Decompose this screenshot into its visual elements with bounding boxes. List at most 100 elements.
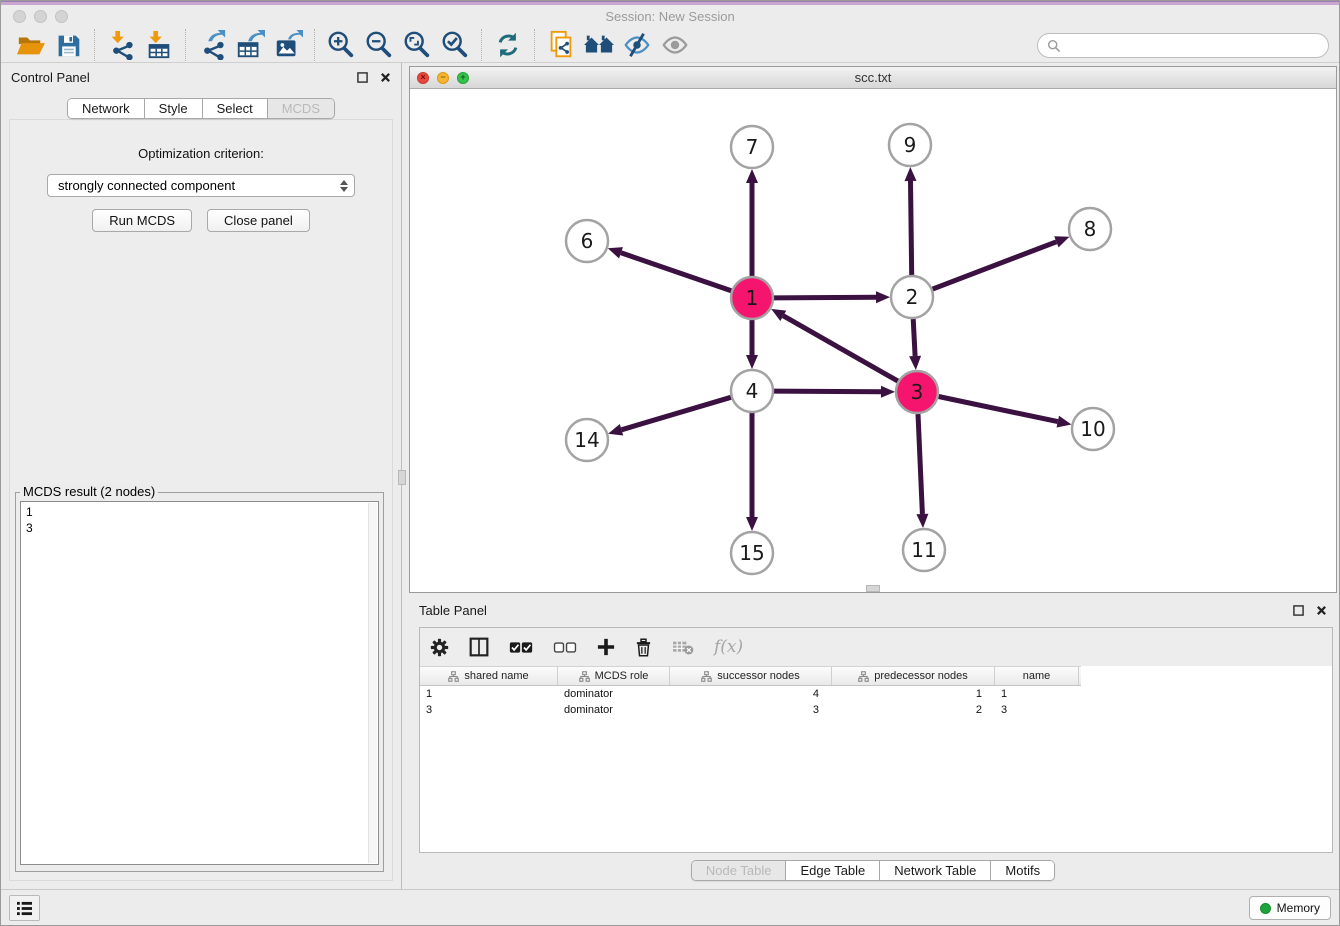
network-view-window: scc.txt × − + 7968124314101511 [409,66,1337,593]
column-header-successor-nodes[interactable]: successor nodes [670,667,832,685]
graph-node-11[interactable]: 11 [903,529,945,571]
network-maximize-icon[interactable]: + [457,72,469,84]
graph-node-10[interactable]: 10 [1072,408,1114,450]
graph-node-4[interactable]: 4 [731,370,773,412]
table-tab-node-table[interactable]: Node Table [692,861,787,880]
graph-node-9[interactable]: 9 [889,124,931,166]
clone-network-icon[interactable] [542,29,580,61]
export-network-icon[interactable] [193,29,231,61]
table-cell[interactable]: 3 [420,702,558,718]
zoom-out-icon[interactable] [360,29,398,61]
table-cell[interactable]: 3 [995,702,1079,718]
tab-style[interactable]: Style [145,99,203,118]
graph-node-15[interactable]: 15 [731,532,773,574]
open-folder-icon[interactable] [11,29,49,61]
add-column-icon[interactable] [597,638,615,656]
memory-button[interactable]: Memory [1249,896,1331,920]
graph-edge-1-6[interactable] [621,253,731,291]
close-panel-icon[interactable] [380,72,391,83]
table-cell[interactable]: 1 [832,686,995,702]
network-canvas[interactable]: 7 9 6 8 1 2 4 3 14 10 15 11 [410,89,1336,592]
graph-edge-4-3[interactable] [774,391,881,392]
column-layout-icon[interactable] [469,637,489,657]
network-minimize-icon[interactable]: − [437,72,449,84]
deselect-all-icon[interactable] [553,641,577,654]
horizontal-splitter-handle[interactable] [866,585,880,592]
zoom-in-icon[interactable] [322,29,360,61]
svg-text:10: 10 [1080,417,1105,441]
table-cell[interactable]: 4 [670,686,832,702]
tab-select[interactable]: Select [203,99,268,118]
graph-edge-2-9[interactable] [911,181,912,275]
vertical-splitter-handle[interactable] [398,470,406,485]
graph-edge-3-1[interactable] [783,316,898,381]
table-cell[interactable]: 1 [420,686,558,702]
graph-node-8[interactable]: 8 [1069,208,1111,250]
table-cell[interactable]: dominator [558,702,670,718]
main-toolbar [1,28,1339,63]
eye-icon[interactable] [656,29,694,61]
table-cell[interactable]: 1 [995,686,1079,702]
table-tab-motifs[interactable]: Motifs [991,861,1054,880]
graph-edge-4-14[interactable] [622,397,731,430]
toolbar-separator [534,29,535,61]
optimization-criterion-select[interactable]: strongly connected component [47,174,355,197]
float-panel-icon[interactable] [357,72,368,83]
graph-node-2[interactable]: 2 [891,276,933,318]
graph-node-3[interactable]: 3 [896,371,938,413]
close-panel-button[interactable]: Close panel [207,209,310,232]
trash-icon[interactable] [635,638,652,657]
mcds-result-textarea[interactable]: 1 3 [20,501,379,865]
task-history-button[interactable] [9,895,40,921]
graph-edge-3-11[interactable] [918,414,922,514]
graph-node-14[interactable]: 14 [566,419,608,461]
column-header-predecessor-nodes[interactable]: predecessor nodes [832,667,995,685]
float-table-panel-icon[interactable] [1293,605,1304,616]
column-header-mcds-role[interactable]: MCDS role [558,667,670,685]
search-field[interactable] [1037,33,1329,58]
tab-mcds[interactable]: MCDS [268,99,334,118]
search-input[interactable] [1066,38,1319,53]
save-icon[interactable] [49,29,87,61]
export-table-icon[interactable] [231,29,269,61]
graph-edge-2-8[interactable] [933,242,1057,289]
export-image-icon[interactable] [269,29,307,61]
graph-edge-3-10[interactable] [939,397,1058,422]
svg-text:1: 1 [746,286,759,310]
homes-icon[interactable] [580,29,618,61]
import-network-icon[interactable] [102,29,140,61]
table-row[interactable]: 1dominator411 [420,686,1332,702]
run-mcds-button[interactable]: Run MCDS [92,209,192,232]
gear-icon[interactable] [430,638,449,657]
tab-network[interactable]: Network [68,99,145,118]
table-tab-edge-table[interactable]: Edge Table [786,861,880,880]
zoom-fit-icon[interactable] [398,29,436,61]
refresh-icon[interactable] [489,29,527,61]
close-window-icon[interactable] [13,10,26,23]
column-header-name[interactable]: name [995,667,1079,685]
graph-node-7[interactable]: 7 [731,126,773,168]
select-all-icon[interactable] [509,641,533,654]
traffic-lights [13,10,68,23]
column-header-shared-name[interactable]: shared name [420,667,558,685]
hide-eye-icon[interactable] [618,29,656,61]
zoom-window-icon[interactable] [55,10,68,23]
zoom-selected-icon[interactable] [436,29,474,61]
mcds-result-title: MCDS result (2 nodes) [20,484,158,499]
close-table-panel-icon[interactable] [1316,605,1327,616]
graph-node-6[interactable]: 6 [566,220,608,262]
table-row[interactable]: 3dominator323 [420,702,1332,718]
graph-node-1[interactable]: 1 [731,277,773,319]
minimize-window-icon[interactable] [34,10,47,23]
table-cell[interactable]: dominator [558,686,670,702]
svg-text:6: 6 [581,229,594,253]
network-close-icon[interactable]: × [417,72,429,84]
result-scrollbar[interactable] [368,503,377,863]
graph-edge-2-3[interactable] [913,319,915,356]
table-panel: Table Panel [409,597,1337,889]
graph-edge-1-2[interactable] [774,297,876,298]
table-cell[interactable]: 2 [832,702,995,718]
table-cell[interactable]: 3 [670,702,832,718]
import-table-icon[interactable] [140,29,178,61]
table-tab-network-table[interactable]: Network Table [880,861,991,880]
